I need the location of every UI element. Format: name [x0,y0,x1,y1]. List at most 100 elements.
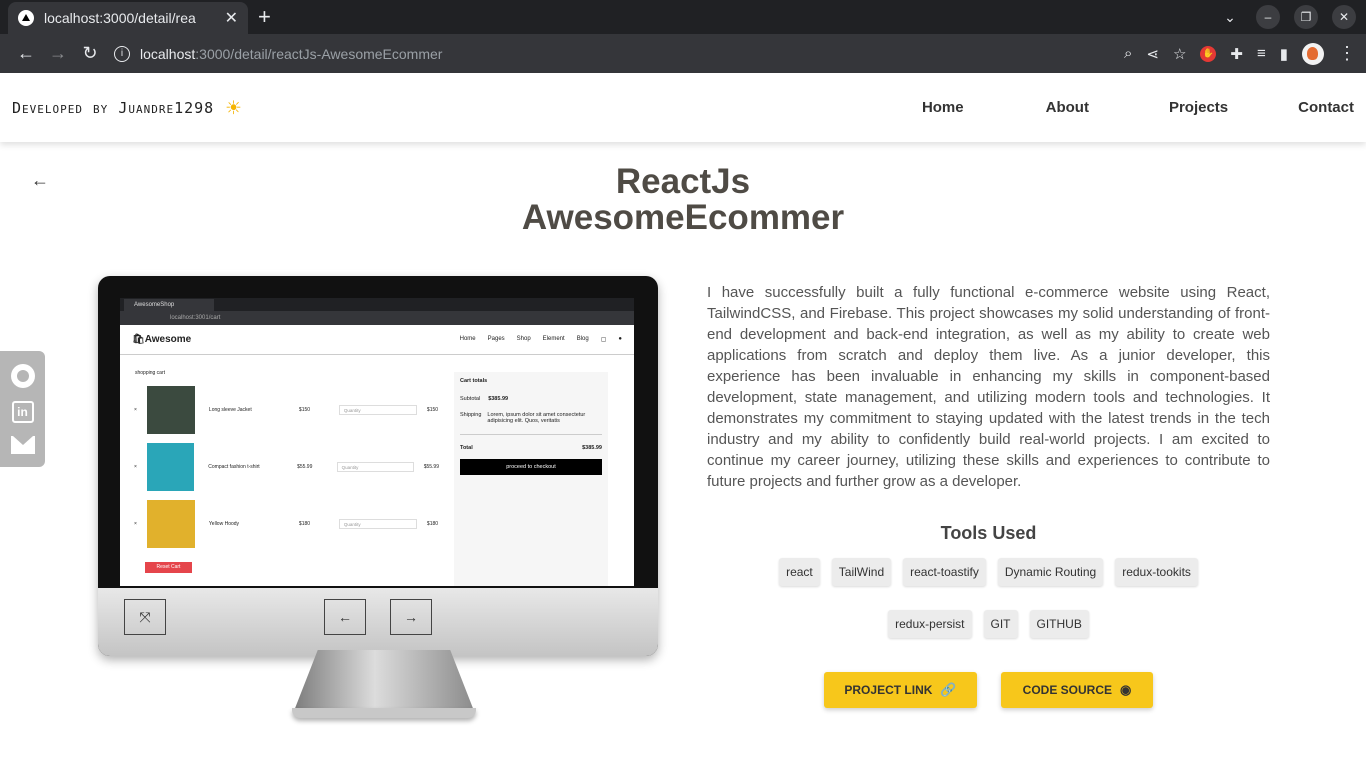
preview-price: $55.99 [297,464,313,470]
restore-icon[interactable]: ❐ [1294,5,1318,29]
preview-heading: shopping cart [135,370,166,376]
address-bar[interactable]: i localhost:3000/detail/reactJs-AwesomeE… [114,39,1124,69]
preview-price: $180 [298,521,311,527]
preview-reset-button: Reset Cart [145,562,192,573]
monitor-stand-base [292,708,476,718]
vercel-favicon-icon [18,10,34,26]
title-line-1: ReactJs [615,162,751,201]
preview-cart-totals: Cart totals Subtotal $385.99 Shipping Lo… [454,372,608,586]
preview-total-label: Total [460,445,473,451]
nav-about[interactable]: About [1046,99,1089,116]
project-detail: ← ReactJs AwesomeEcommer in AwesomeShop … [0,142,1366,768]
back-icon[interactable]: ← [10,43,42,64]
media-queue-icon[interactable]: ≡ [1257,45,1266,62]
main-nav: Home About Projects Contact [922,99,1354,116]
preview-remove-icon: × [134,521,137,527]
reload-icon[interactable]: ↻ [74,43,106,64]
site-header: Developed by Juandre1298 ☀ Home About Pr… [0,73,1366,142]
linkedin-icon[interactable]: in [11,400,34,423]
tool-chip: redux-persist [888,610,972,638]
preview-product-name: Long sleeve Jacket [208,407,252,413]
github-icon[interactable] [10,363,35,388]
tool-chip: GITHUB [1029,610,1089,638]
preview-product-image [146,500,195,548]
tool-chip: GIT [983,610,1018,638]
title-line-2: AwesomeEcommer [521,198,845,237]
prev-image-arrow-icon[interactable]: ← [324,599,366,635]
code-source-label: CODE SOURCE [1022,683,1112,697]
close-tab-icon[interactable]: ✕ [225,8,238,28]
preview-nav-item: Home [459,336,476,342]
preview-header: 🛍Awesome Home Pages Shop Element Blog ▢ … [120,325,634,355]
zoom-icon[interactable]: ⌕ [1124,45,1132,62]
profile-avatar[interactable] [1302,42,1324,65]
project-link-label: PROJECT LINK [844,683,933,697]
preview-totals-title: Cart totals [460,378,488,384]
preview-remove-icon: × [134,464,137,470]
nav-contact[interactable]: Contact [1298,99,1354,116]
preview-nav: Home Pages Shop Element Blog ▢ ● [460,336,622,343]
preview-total: $150 [426,407,439,413]
site-info-icon[interactable]: i [114,45,130,62]
tools-list: react TailWind react-toastify Dynamic Ro… [707,558,1270,638]
nav-projects[interactable]: Projects [1169,99,1228,116]
preview-cart-row: × Yellow Hoody $180 Quantity $180 [134,499,439,549]
preview-quantity: Quantity [338,519,417,529]
browser-toolbar: ← → ↻ i localhost:3000/detail/reactJs-Aw… [0,34,1366,73]
preview-total: $55.99 [423,464,439,470]
preview-user-icon: ● [618,336,622,342]
preview-cart-row: × Long sleeve Jacket $150 Quantity $150 [134,385,439,435]
code-source-button[interactable]: CODE SOURCE ◉ [1001,672,1153,708]
preview-checkout-button: proceed to checkout [460,459,602,475]
project-description: I have successfully built a fully functi… [707,284,1270,490]
menu-kebab-icon[interactable]: ⋮ [1338,43,1356,64]
minimize-icon[interactable]: – [1256,5,1280,29]
tab-search-icon[interactable]: ⌄ [1218,5,1242,29]
screenshot-preview: AwesomeShop localhost:3001/cart 🛍Awesome… [120,298,634,586]
share-icon[interactable]: ⋖ [1146,45,1159,63]
preview-price: $150 [298,407,311,413]
extensions-puzzle-icon[interactable]: ✚ [1230,45,1243,63]
preview-total-row: Total $385.99 [460,445,602,451]
bookmark-star-icon[interactable]: ☆ [1173,45,1186,63]
tab-title: localhost:3000/detail/rea [44,10,196,26]
tool-chip: TailWind [831,558,892,586]
mail-icon[interactable] [10,436,35,455]
preview-quantity: Quantity [336,462,414,472]
project-link-button[interactable]: PROJECT LINK 🔗 [824,672,977,708]
preview-total-value: $385.99 [582,445,602,451]
tool-chip: redux-tookits [1115,558,1198,586]
sun-theme-icon[interactable]: ☀ [226,94,241,122]
browser-tabstrip: localhost:3000/detail/rea ✕ + ⌄ – ❐ ✕ [0,0,1366,34]
tools-title: Tools Used [940,523,1037,543]
next-image-arrow-icon[interactable]: → [390,599,432,635]
tool-chip: react [779,558,820,586]
preview-remove-icon: × [134,407,137,413]
preview-subtotal-value: $385.99 [488,396,509,402]
preview-nav-item: Blog [576,336,589,342]
forward-icon[interactable]: → [42,43,74,64]
preview-logo: 🛍Awesome [132,334,192,345]
tool-chip: react-toastify [903,558,986,586]
preview-cart-list: shopping cart × Long sleeve Jacket $150 … [120,355,450,586]
close-window-icon[interactable]: ✕ [1332,5,1356,29]
adblock-extension-icon[interactable]: ✋ [1200,45,1217,62]
preview-subtotal-label: Subtotal [460,396,481,402]
preview-url: localhost:3001/cart [120,311,634,325]
url-host: localhost [140,45,196,62]
preview-tab: AwesomeShop [124,299,214,311]
preview-product-image [146,386,195,434]
nav-home[interactable]: Home [922,99,964,116]
new-tab-icon[interactable]: + [258,4,271,30]
brand-text: Developed by Juandre1298 [12,98,215,117]
preview-nav-item: Pages [487,336,505,342]
browser-tab[interactable]: localhost:3000/detail/rea ✕ [8,2,248,34]
url-path: :3000/detail/reactJs-AwesomeEcommer [195,45,443,62]
side-panel-icon[interactable]: ▮ [1280,45,1288,63]
preview-tabstrip: AwesomeShop [120,298,634,311]
preview-bag-icon: ▢ [600,337,607,343]
brand[interactable]: Developed by Juandre1298 ☀ [12,94,242,122]
preview-nav-item: Element [542,336,565,342]
fullscreen-icon[interactable]: ⤧ [124,599,166,635]
preview-cart-row: × Compact fashion t-shirt $55.99 Quantit… [134,442,439,492]
